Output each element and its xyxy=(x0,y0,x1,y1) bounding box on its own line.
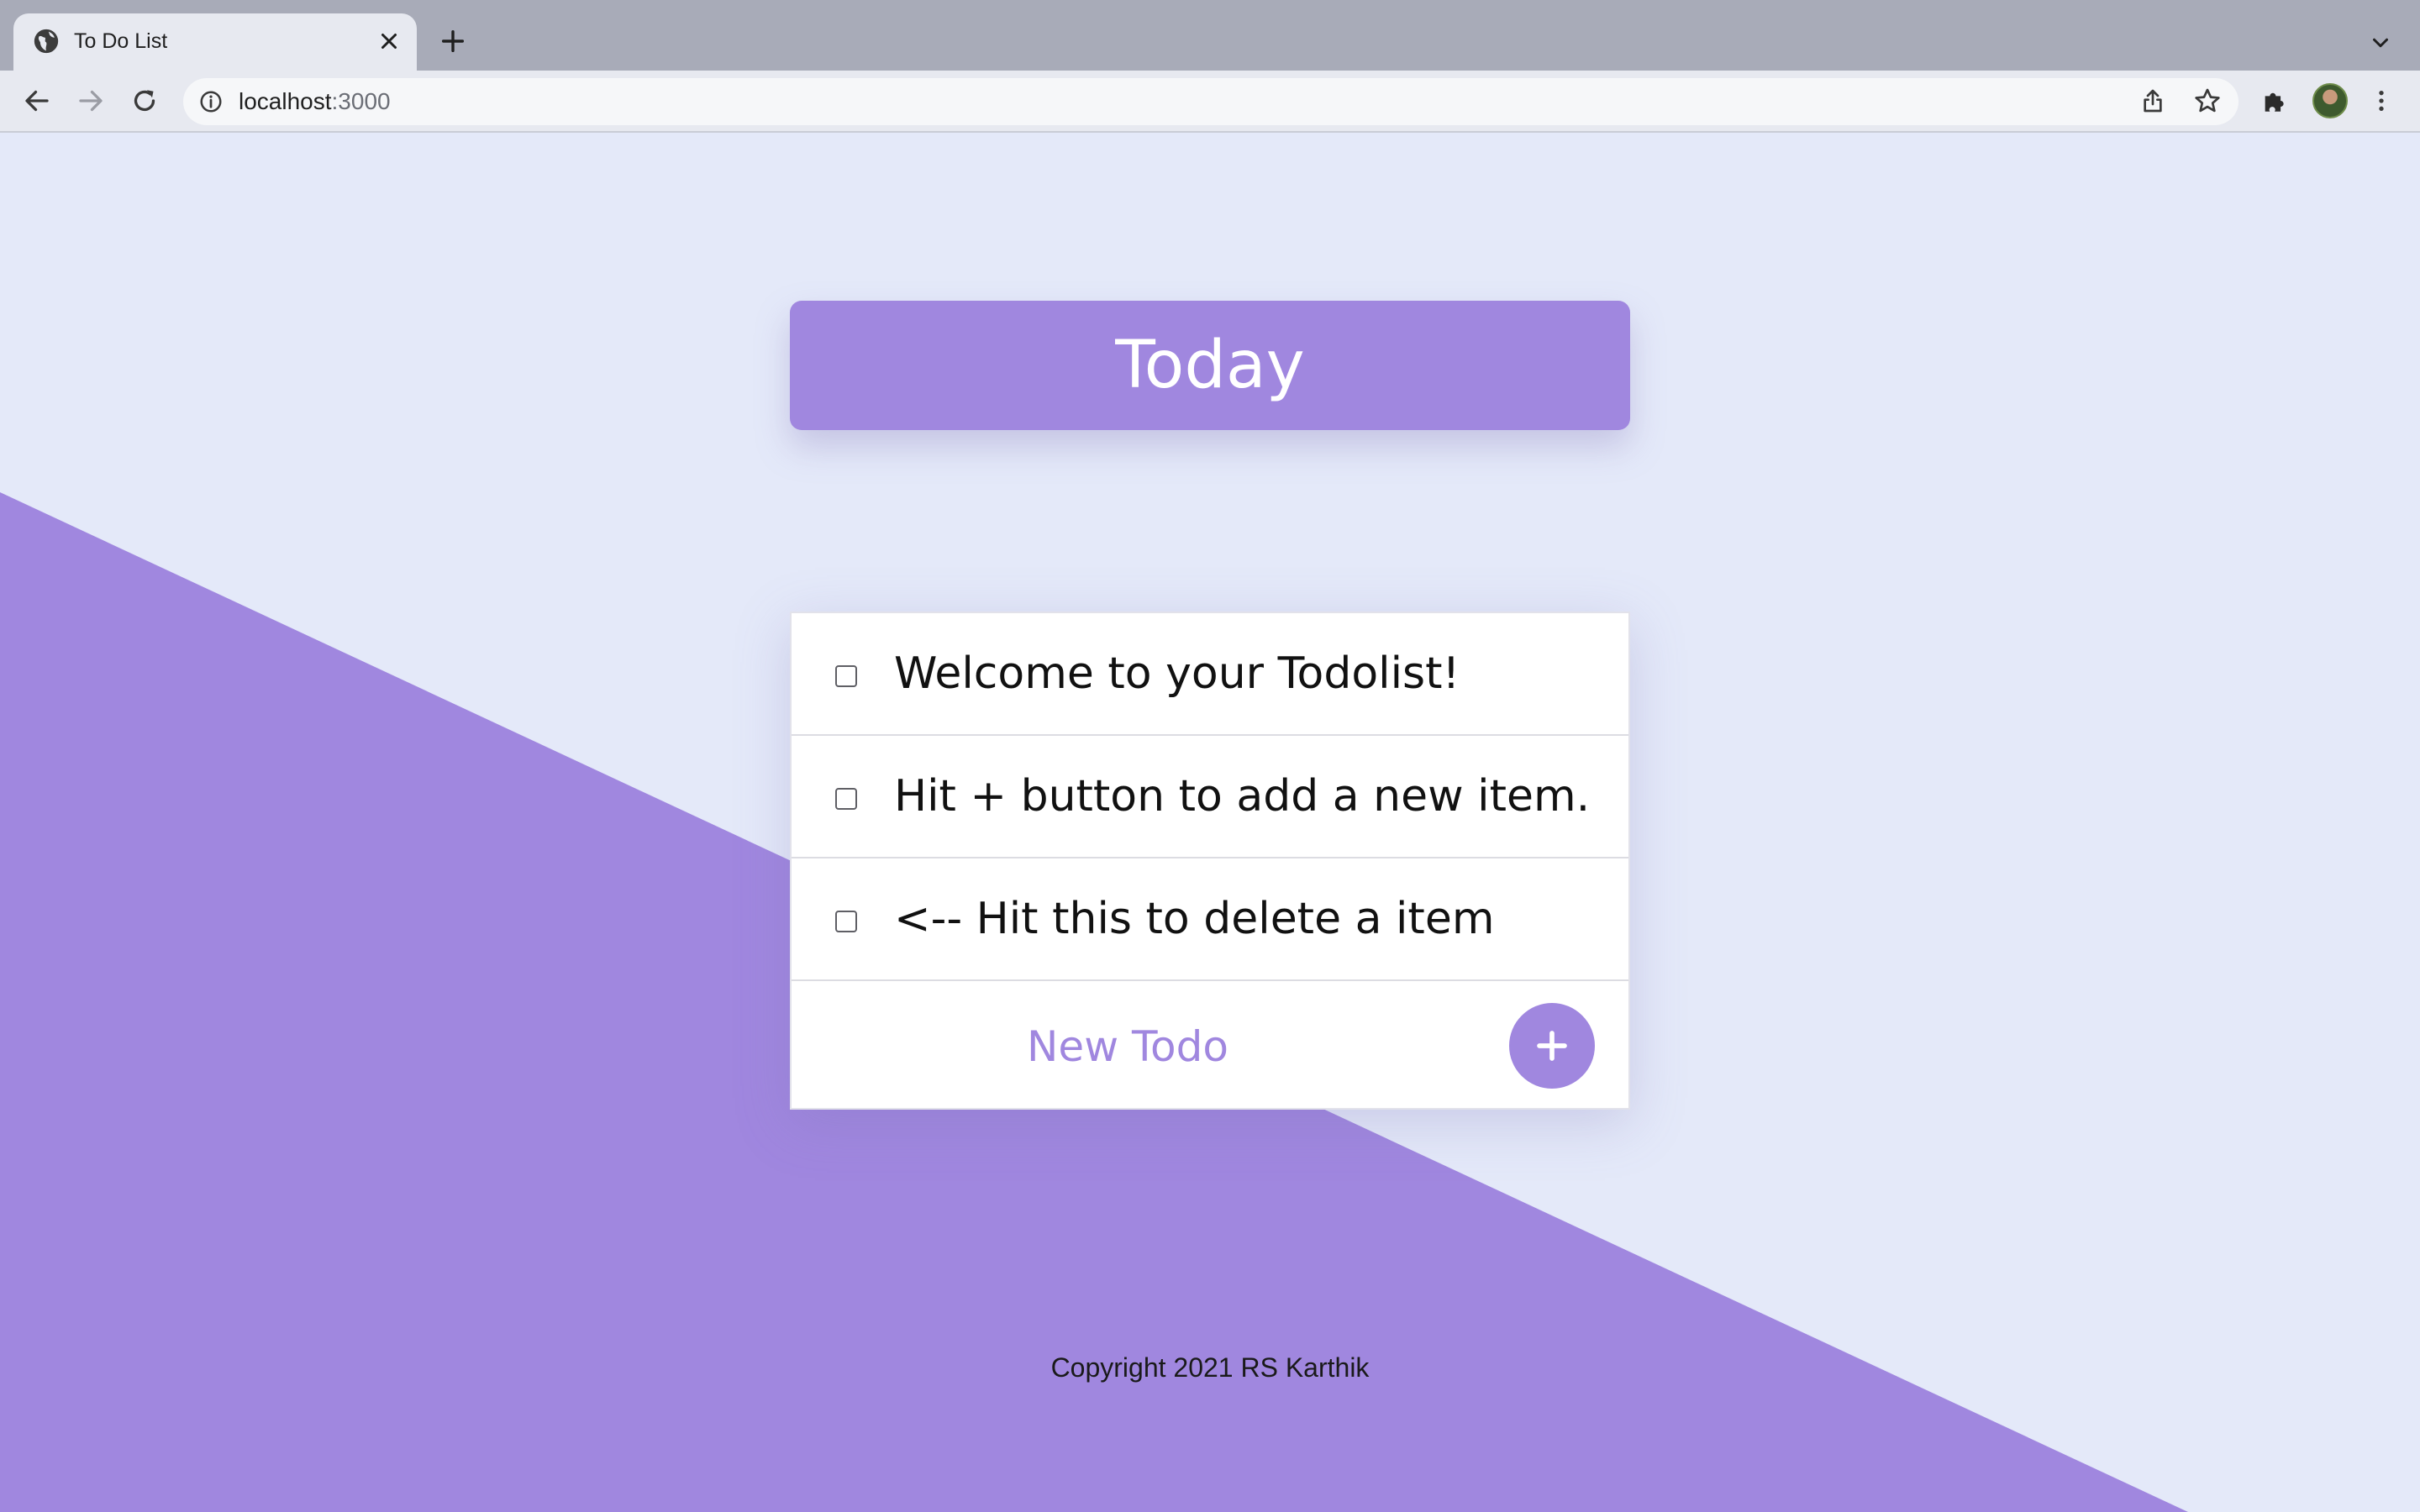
header-box: Today xyxy=(790,301,1630,430)
back-arrow-icon[interactable] xyxy=(22,86,52,116)
plus-icon xyxy=(1537,1031,1567,1061)
forward-arrow-icon[interactable] xyxy=(76,86,106,116)
info-icon[interactable] xyxy=(198,89,224,114)
globe-icon xyxy=(34,29,59,54)
page-title: Today xyxy=(1115,328,1305,403)
list-item: Hit + button to add a new item. xyxy=(792,736,1628,858)
reload-icon[interactable] xyxy=(129,86,160,116)
new-todo-input[interactable] xyxy=(876,1015,1380,1079)
new-item-form xyxy=(792,981,1628,1110)
list-item: <-- Hit this to delete a item xyxy=(792,858,1628,981)
todo-checkbox[interactable] xyxy=(835,911,857,932)
todo-text: Welcome to your Todolist! xyxy=(894,648,1460,699)
todo-text: Hit + button to add a new item. xyxy=(894,771,1591,822)
url-host: localhost xyxy=(239,88,332,114)
puzzle-icon[interactable] xyxy=(2260,87,2289,115)
todo-list: Welcome to your Todolist! Hit + button t… xyxy=(790,612,1630,1110)
star-icon[interactable] xyxy=(2193,87,2222,115)
page-viewport: Today Welcome to your Todolist! Hit + bu… xyxy=(0,133,2420,1512)
plus-icon[interactable] xyxy=(439,27,467,55)
more-vert-icon[interactable] xyxy=(2368,86,2395,116)
address-bar[interactable] xyxy=(183,78,2238,125)
chevron-down-icon[interactable] xyxy=(2368,30,2393,55)
tab-title: To Do List xyxy=(74,29,168,53)
todo-text: <-- Hit this to delete a item xyxy=(894,894,1495,944)
add-button[interactable] xyxy=(1509,1003,1595,1089)
list-item: Welcome to your Todolist! xyxy=(792,613,1628,736)
avatar[interactable] xyxy=(2312,83,2348,118)
url-port: :3000 xyxy=(331,88,391,114)
share-icon[interactable] xyxy=(2139,87,2166,114)
todo-checkbox[interactable] xyxy=(835,665,857,687)
close-icon[interactable] xyxy=(376,29,402,54)
todo-checkbox[interactable] xyxy=(835,788,857,810)
url-text[interactable]: localhost:3000 xyxy=(239,87,391,117)
footer-copyright: Copyright 2021 RS Karthik xyxy=(1050,1352,1370,1383)
